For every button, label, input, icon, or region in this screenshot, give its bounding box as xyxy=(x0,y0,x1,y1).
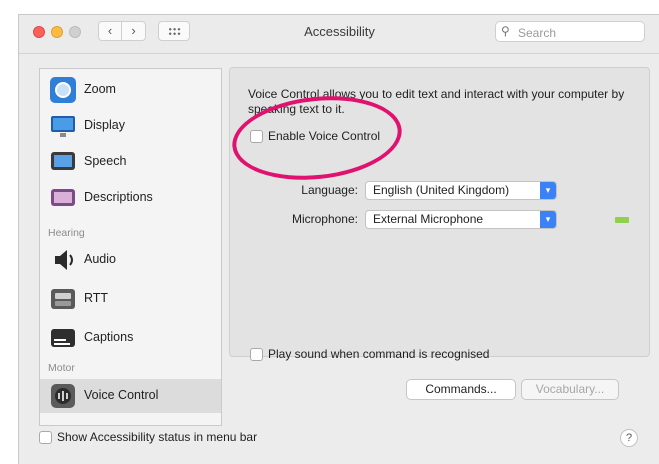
microphone-select[interactable]: External Microphone ▾ xyxy=(365,210,557,229)
descriptions-icon xyxy=(51,189,75,206)
section-heading-hearing: Hearing xyxy=(48,227,85,239)
commands-button[interactable]: Commands... xyxy=(406,379,516,400)
sidebar-item-speech[interactable]: Speech xyxy=(40,145,221,179)
sidebar-item-label: Display xyxy=(84,118,125,132)
sidebar-item-label: Zoom xyxy=(84,82,116,96)
search-input[interactable] xyxy=(516,23,642,42)
microphone-label: Microphone: xyxy=(291,212,358,226)
sidebar-item-label: Voice Control xyxy=(84,388,159,402)
language-value: English (United Kingdom) xyxy=(373,183,510,197)
voice-control-icon xyxy=(51,384,75,408)
display-icon xyxy=(51,116,75,137)
sidebar-item-label: Captions xyxy=(84,330,134,344)
microphone-value: External Microphone xyxy=(373,212,484,226)
speech-icon xyxy=(51,152,75,170)
show-status-label: Show Accessibility status in menu bar xyxy=(57,430,258,444)
language-label: Language: xyxy=(301,183,358,197)
sidebar-item-label: Audio xyxy=(84,252,116,266)
enable-voice-control-label: Enable Voice Control xyxy=(268,129,381,143)
sidebar-item-captions[interactable]: Captions xyxy=(40,321,221,355)
chevron-updown-icon: ▾ xyxy=(540,182,556,199)
play-sound-checkbox[interactable] xyxy=(250,348,263,361)
preferences-window: ‹ › Accessibility ⚲ Zoom Display xyxy=(18,14,659,464)
sidebar-item-zoom[interactable]: Zoom xyxy=(40,73,221,107)
captions-icon xyxy=(51,329,75,347)
zoom-icon xyxy=(50,77,76,103)
play-sound-label: Play sound when command is recognised xyxy=(268,347,490,361)
sidebar-item-label: Descriptions xyxy=(84,190,153,204)
rtt-icon xyxy=(51,289,75,309)
section-heading-motor: Motor xyxy=(48,362,75,374)
titlebar: ‹ › Accessibility ⚲ xyxy=(19,15,659,54)
category-sidebar[interactable]: Zoom Display Speech Descriptions Hearing… xyxy=(39,68,222,426)
panel-description: Voice Control allows you to edit text an… xyxy=(248,87,625,116)
sidebar-item-display[interactable]: Display xyxy=(40,109,221,143)
sidebar-item-descriptions[interactable]: Descriptions xyxy=(40,181,221,215)
search-icon: ⚲ xyxy=(501,24,510,38)
speaker-icon xyxy=(55,250,73,270)
sidebar-item-voice-control[interactable]: Voice Control xyxy=(40,379,221,413)
show-status-checkbox[interactable] xyxy=(39,431,52,444)
sidebar-item-label: RTT xyxy=(84,291,109,305)
search-field[interactable]: ⚲ xyxy=(495,21,645,42)
chevron-updown-icon: ▾ xyxy=(540,211,556,228)
help-button[interactable]: ? xyxy=(620,429,638,447)
microphone-level-indicator xyxy=(615,217,629,223)
enable-voice-control-checkbox[interactable] xyxy=(250,130,263,143)
sidebar-item-audio[interactable]: Audio xyxy=(40,243,221,277)
vocabulary-button[interactable]: Vocabulary... xyxy=(521,379,619,400)
sidebar-item-label: Speech xyxy=(84,154,127,168)
voice-control-panel: Voice Control allows you to edit text an… xyxy=(229,67,650,361)
language-select[interactable]: English (United Kingdom) ▾ xyxy=(365,181,557,200)
sidebar-item-rtt[interactable]: RTT xyxy=(40,282,221,316)
